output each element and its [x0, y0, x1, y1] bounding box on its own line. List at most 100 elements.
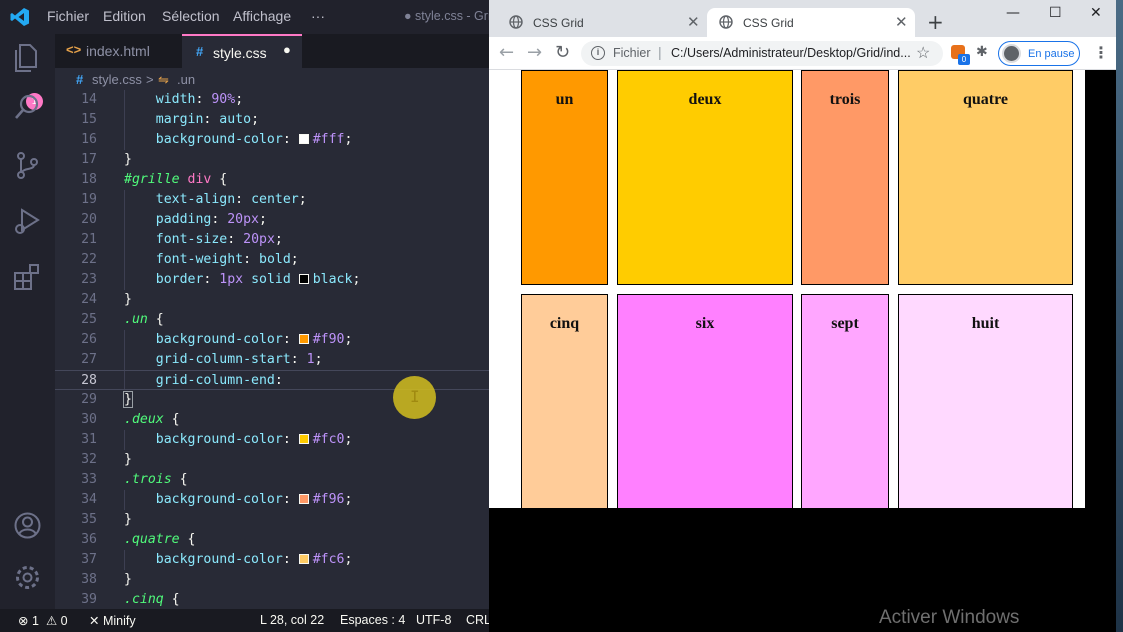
chrome-tab-1[interactable]: CSS Grid ✕	[497, 8, 707, 37]
tab-style-css[interactable]: # style.css ●	[182, 34, 302, 68]
line-number: 27	[81, 352, 97, 367]
breadcrumb-symbol[interactable]: .un	[177, 72, 195, 87]
cell-label: quatre	[962, 91, 1009, 108]
line-number: 35	[81, 512, 97, 527]
tab-title: CSS Grid	[533, 16, 584, 30]
menu-affichage[interactable]: Affichage	[233, 8, 291, 24]
line-number: 33	[81, 472, 97, 487]
code-text: .cinq {	[124, 592, 180, 607]
encoding-setting[interactable]: UTF-8	[416, 613, 451, 627]
grid-cell-cinq: cinq	[521, 294, 608, 509]
url-text[interactable]: C:/Users/Administrateur/Desktop/Grid/ind…	[671, 46, 911, 60]
vscode-window: Fichier Edition Sélection Affichage ··· …	[0, 0, 491, 632]
code-line: 16 background-color: #fff;	[55, 130, 489, 150]
extensions-icon[interactable]	[12, 261, 43, 292]
tab-label: style.css	[213, 45, 267, 61]
code-line: 27 grid-column-start: 1;	[55, 350, 489, 370]
site-info-icon[interactable]: i	[591, 46, 605, 60]
line-number: 17	[81, 152, 97, 167]
code-line: 32}	[55, 450, 489, 470]
chrome-window: CSS Grid ✕ CSS Grid ✕ + — ☐ ✕ ← → ↻ i Fi…	[489, 0, 1116, 632]
code-text: }	[124, 152, 132, 167]
breadcrumb-file[interactable]: style.css	[92, 72, 142, 87]
line-number: 28	[81, 373, 97, 388]
settings-gear-icon[interactable]	[12, 562, 43, 593]
new-tab-button[interactable]: +	[927, 10, 944, 34]
code-text: #grille div {	[124, 172, 228, 187]
profile-button[interactable]: En pause	[998, 41, 1080, 66]
reload-icon[interactable]: ↻	[555, 42, 570, 63]
tab-index-html[interactable]: <> index.html	[55, 34, 181, 68]
css-file-icon: #	[196, 44, 204, 59]
text-cursor-icon: I	[410, 387, 420, 406]
problems-errors[interactable]: ⊗ 1	[18, 613, 39, 628]
code-text: }	[124, 512, 132, 527]
site-scheme-label: Fichier	[613, 46, 651, 60]
search-icon[interactable]	[12, 92, 43, 123]
code-line: 31 background-color: #fc0;	[55, 430, 489, 450]
line-number: 14	[81, 92, 97, 107]
close-tab-icon[interactable]: ✕	[895, 13, 908, 31]
bookmark-star-icon[interactable]: ☆	[916, 43, 930, 63]
chrome-tab-2-active[interactable]: CSS Grid ✕	[707, 8, 915, 37]
unsaved-dot-icon[interactable]: ●	[283, 42, 291, 57]
menu-fichier[interactable]: Fichier	[47, 8, 89, 24]
chrome-tab-strip: CSS Grid ✕ CSS Grid ✕ + — ☐ ✕	[489, 0, 1116, 37]
line-number: 38	[81, 572, 97, 587]
page-viewport: un deux trois quatre cinq six sept huit …	[489, 70, 1116, 632]
explorer-icon[interactable]	[12, 42, 43, 73]
cell-label: deux	[688, 91, 722, 108]
forward-arrow-icon[interactable]: →	[527, 42, 542, 63]
desktop-background	[1116, 0, 1123, 632]
code-text: grid-column-end:	[155, 373, 291, 388]
grid-cell-deux: deux	[617, 70, 793, 285]
vscode-titlebar: Fichier Edition Sélection Affichage ··· …	[0, 0, 491, 34]
code-text: .deux {	[124, 412, 180, 427]
code-text: background-color: #fc0;	[155, 432, 353, 447]
code-line: 24}	[55, 290, 489, 310]
account-icon[interactable]	[12, 510, 43, 541]
minify-button[interactable]: ✕ Minify	[89, 613, 136, 628]
minimize-button[interactable]: —	[1006, 5, 1020, 21]
code-text: font-size: 20px;	[155, 232, 283, 247]
status-bar: ⊗ 1 ⚠ 0 ✕ Minify L 28, col 22 Espaces : …	[0, 609, 491, 632]
run-debug-icon[interactable]	[12, 205, 43, 236]
code-text: .un {	[124, 312, 164, 327]
breadcrumb-separator: >	[146, 72, 154, 87]
grid-cell-six: six	[617, 294, 793, 509]
indentation-setting[interactable]: Espaces : 4	[340, 613, 405, 627]
back-arrow-icon[interactable]: ←	[499, 42, 514, 63]
chrome-toolbar: ← → ↻ i Fichier | C:/Users/Administrateu…	[489, 37, 1116, 70]
line-number: 30	[81, 412, 97, 427]
cursor-position[interactable]: L 28, col 22	[260, 613, 324, 627]
chrome-menu-icon[interactable]: ⋮	[1093, 43, 1109, 62]
tab-label: index.html	[86, 43, 150, 59]
menu-more[interactable]: ···	[311, 8, 325, 24]
cell-label: sept	[831, 315, 859, 332]
code-text: width: 90%;	[155, 92, 244, 107]
close-window-button[interactable]: ✕	[1090, 5, 1102, 21]
address-separator: |	[658, 44, 662, 60]
close-tab-icon[interactable]: ✕	[687, 13, 700, 31]
line-number: 32	[81, 452, 97, 467]
address-bar[interactable]: i Fichier | C:/Users/Administrateur/Desk…	[581, 41, 943, 66]
grid-cell-huit: huit	[898, 294, 1073, 509]
eol-setting[interactable]: CRL	[466, 613, 491, 627]
css-file-icon: #	[76, 72, 84, 87]
code-text: .quatre {	[124, 532, 196, 547]
menu-selection[interactable]: Sélection	[162, 8, 220, 24]
html-file-icon: <>	[66, 42, 82, 57]
code-line: 35}	[55, 510, 489, 530]
problems-warnings[interactable]: ⚠ 0	[46, 613, 68, 628]
line-number: 29	[81, 392, 97, 407]
extensions-puzzle-icon[interactable]: ✱	[976, 44, 988, 60]
maximize-button[interactable]: ☐	[1049, 5, 1062, 21]
grid-cell-un: un	[521, 70, 608, 285]
code-editor[interactable]: 14 width: 90%; 15 margin: auto; 16 backg…	[55, 90, 489, 609]
code-text: text-align: center;	[155, 192, 307, 207]
source-control-icon[interactable]	[12, 150, 43, 181]
code-line: 25 .un {	[55, 310, 489, 330]
menu-edition[interactable]: Edition	[103, 8, 146, 24]
line-number: 31	[81, 432, 97, 447]
globe-icon	[719, 15, 733, 29]
